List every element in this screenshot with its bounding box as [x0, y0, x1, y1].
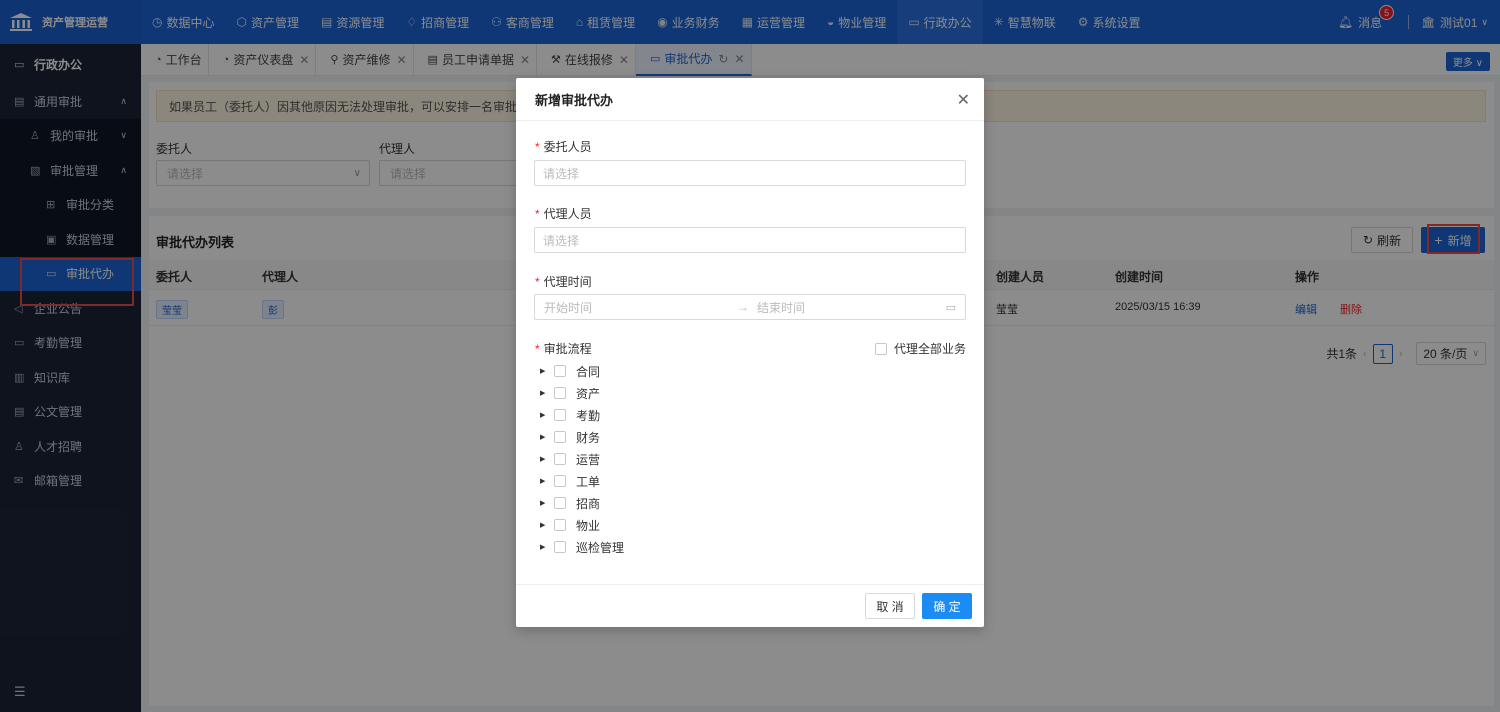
caret-right-icon[interactable]: ▶ [540, 433, 552, 441]
tree-node[interactable]: ▶ 招商 [540, 492, 624, 514]
dialog-footer: 取 消 确 定 [516, 584, 984, 627]
add-delegate-dialog: 新增审批代办 ✕ * 委托人员 请选择 * 代理人员 请选择 * 代理时间 开始时间 … [516, 78, 984, 627]
all-business-checkbox[interactable]: 代理全部业务 [875, 340, 966, 357]
checkbox[interactable] [554, 387, 566, 399]
tree-node-label: 财务 [576, 430, 601, 445]
client-field-label: * 委托人员 [535, 138, 592, 155]
checkbox-label: 代理全部业务 [894, 342, 967, 356]
label-text: 代理时间 [543, 275, 592, 289]
select-placeholder: 请选择 [543, 166, 580, 181]
tree-node-label: 资产 [576, 386, 601, 401]
tree-node[interactable]: ▶ 考勤 [540, 404, 624, 426]
caret-right-icon[interactable]: ▶ [540, 499, 552, 507]
flow-field-label: * 审批流程 [535, 340, 592, 357]
calendar-icon: ▭ [945, 301, 956, 314]
checkbox[interactable] [875, 342, 887, 355]
tree-node[interactable]: ▶ 巡检管理 [540, 536, 624, 558]
dialog-header: 新增审批代办 ✕ [516, 78, 984, 121]
tree-node-label: 物业 [576, 518, 601, 533]
time-field-label: * 代理时间 [535, 273, 592, 290]
checkbox[interactable] [554, 475, 566, 487]
client-select[interactable]: 请选择 [534, 160, 966, 186]
tree-node-label: 巡检管理 [576, 540, 625, 555]
close-icon[interactable]: ✕ [957, 90, 970, 110]
cancel-button[interactable]: 取 消 [865, 593, 915, 619]
tree-node-label: 招商 [576, 496, 601, 511]
caret-right-icon[interactable]: ▶ [540, 367, 552, 375]
label-text: 代理人员 [543, 207, 592, 221]
agent-select[interactable]: 请选择 [534, 227, 966, 253]
checkbox[interactable] [554, 365, 566, 377]
caret-right-icon[interactable]: ▶ [540, 455, 552, 463]
tree-node-label: 工单 [576, 474, 601, 489]
caret-right-icon[interactable]: ▶ [540, 543, 552, 551]
caret-right-icon[interactable]: ▶ [540, 411, 552, 419]
caret-right-icon[interactable]: ▶ [540, 477, 552, 485]
required-mark: * [535, 342, 540, 356]
checkbox[interactable] [554, 409, 566, 421]
end-time-placeholder[interactable]: 结束时间 [757, 299, 805, 316]
label-text: 委托人员 [543, 140, 592, 154]
tree-node-label: 考勤 [576, 408, 601, 423]
select-placeholder: 请选择 [543, 233, 580, 248]
tree-node[interactable]: ▶ 工单 [540, 470, 624, 492]
checkbox[interactable] [554, 453, 566, 465]
caret-right-icon[interactable]: ▶ [540, 521, 552, 529]
tree-node-label: 运营 [576, 452, 601, 467]
label-text: 审批流程 [543, 342, 592, 356]
confirm-button[interactable]: 确 定 [922, 593, 972, 619]
required-mark: * [535, 140, 540, 154]
tree-node[interactable]: ▶ 合同 [540, 360, 624, 382]
date-range-picker[interactable]: 开始时间 → 结束时间 ▭ [534, 294, 966, 320]
required-mark: * [535, 207, 540, 221]
checkbox[interactable] [554, 541, 566, 553]
tree-node-label: 合同 [576, 364, 601, 379]
required-mark: * [535, 275, 540, 289]
agent-field-label: * 代理人员 [535, 205, 592, 222]
checkbox[interactable] [554, 519, 566, 531]
dialog-title: 新增审批代办 [535, 92, 614, 108]
tree-node[interactable]: ▶ 财务 [540, 426, 624, 448]
checkbox[interactable] [554, 497, 566, 509]
start-time-placeholder[interactable]: 开始时间 [544, 299, 592, 316]
tree-node[interactable]: ▶ 物业 [540, 514, 624, 536]
checkbox[interactable] [554, 431, 566, 443]
tree-node[interactable]: ▶ 运营 [540, 448, 624, 470]
arrow-right-icon: → [737, 300, 749, 314]
caret-right-icon[interactable]: ▶ [540, 389, 552, 397]
tree-node[interactable]: ▶ 资产 [540, 382, 624, 404]
approval-flow-tree: ▶ 合同 ▶ 资产 ▶ 考勤 ▶ 财务 ▶ 运营 ▶ 工单 ▶ 招商 ▶ 物业 ▶ 巡检管理 [540, 360, 624, 558]
